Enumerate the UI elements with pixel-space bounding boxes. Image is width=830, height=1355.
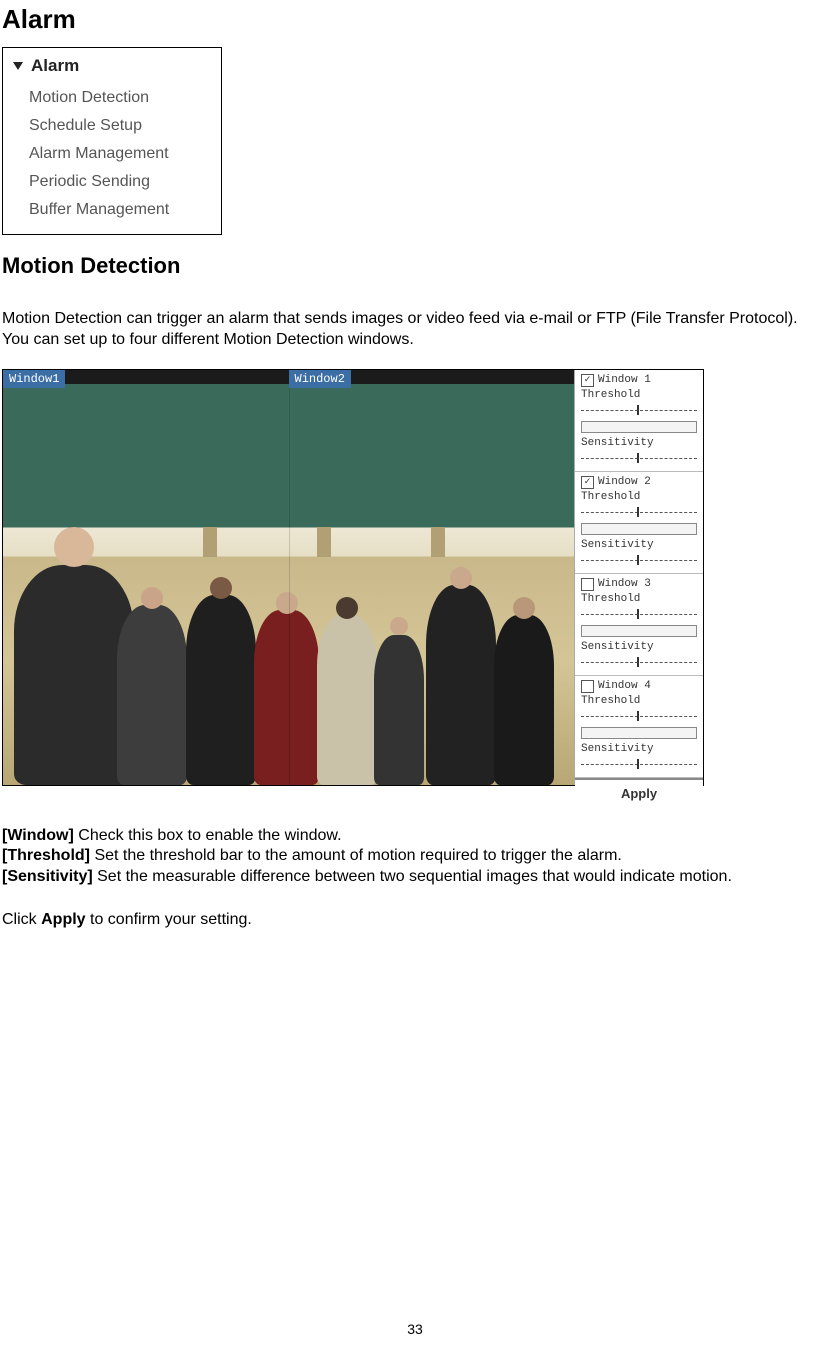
menu-item-schedule-setup[interactable]: Schedule Setup: [29, 112, 221, 140]
alarm-menu: Alarm Motion Detection Schedule Setup Al…: [2, 47, 222, 235]
window4-sensitivity-slider[interactable]: [581, 759, 697, 767]
alarm-menu-header[interactable]: Alarm: [3, 56, 221, 82]
def-window-text: Check this box to enable the window.: [74, 827, 342, 844]
window1-sensitivity-label: Sensitivity: [581, 437, 697, 449]
window2-title: Window 2: [598, 476, 651, 488]
window1-threshold-label: Threshold: [581, 389, 697, 401]
window3-threshold-slider[interactable]: [581, 609, 697, 617]
window2-checkbox[interactable]: ✓: [581, 476, 594, 489]
menu-item-motion-detection[interactable]: Motion Detection: [29, 84, 221, 112]
window2-sensitivity-label: Sensitivity: [581, 539, 697, 551]
def-threshold-text: Set the threshold bar to the amount of m…: [90, 847, 622, 864]
closing-bold: Apply: [41, 911, 85, 928]
window1-sensitivity-slider[interactable]: [581, 453, 697, 461]
window3-sensitivity-slider[interactable]: [581, 657, 697, 665]
window1-panel: ✓ Window 1 Threshold Sensitivity: [575, 370, 703, 472]
window3-title: Window 3: [598, 578, 651, 590]
menu-item-alarm-management[interactable]: Alarm Management: [29, 140, 221, 168]
definitions: [Window] Check this box to enable the wi…: [2, 826, 828, 888]
window3-panel: Window 3 Threshold Sensitivity: [575, 574, 703, 676]
page-number: 33: [0, 1321, 830, 1337]
section-heading: Motion Detection: [2, 253, 830, 279]
page-title: Alarm: [2, 4, 830, 35]
closing-pre: Click: [2, 911, 41, 928]
window4-threshold-bar: [581, 727, 697, 739]
apply-button[interactable]: Apply: [575, 778, 703, 807]
window2-threshold-label: Threshold: [581, 491, 697, 503]
window4-sensitivity-label: Sensitivity: [581, 743, 697, 755]
window4-title: Window 4: [598, 680, 651, 692]
intro-paragraph: Motion Detection can trigger an alarm th…: [2, 309, 828, 351]
video-window2-label: Window2: [289, 370, 351, 388]
window2-panel: ✓ Window 2 Threshold Sensitivity: [575, 472, 703, 574]
window1-title: Window 1: [598, 374, 651, 386]
window1-threshold-bar: [581, 421, 697, 433]
video-preview: Window1 Window2: [3, 370, 574, 785]
window3-threshold-label: Threshold: [581, 593, 697, 605]
closing-post: to confirm your setting.: [86, 911, 252, 928]
window2-sensitivity-slider[interactable]: [581, 555, 697, 563]
window4-threshold-label: Threshold: [581, 695, 697, 707]
window4-panel: Window 4 Threshold Sensitivity: [575, 676, 703, 778]
def-window-label: [Window]: [2, 827, 74, 844]
window4-checkbox[interactable]: [581, 680, 594, 693]
def-sensitivity-text: Set the measurable difference between tw…: [93, 868, 732, 885]
window3-checkbox[interactable]: [581, 578, 594, 591]
video-window1-label: Window1: [3, 370, 65, 388]
menu-item-buffer-management[interactable]: Buffer Management: [29, 196, 221, 224]
window1-checkbox[interactable]: ✓: [581, 374, 594, 387]
def-threshold-label: [Threshold]: [2, 847, 90, 864]
collapse-triangle-icon: [13, 62, 23, 70]
window2-threshold-slider[interactable]: [581, 507, 697, 515]
window2-threshold-bar: [581, 523, 697, 535]
menu-item-periodic-sending[interactable]: Periodic Sending: [29, 168, 221, 196]
motion-detection-screenshot: Window1 Window2 ✓ Window 1 Threshold Sen…: [2, 369, 704, 786]
window3-sensitivity-label: Sensitivity: [581, 641, 697, 653]
window3-threshold-bar: [581, 625, 697, 637]
def-sensitivity-label: [Sensitivity]: [2, 868, 93, 885]
window1-threshold-slider[interactable]: [581, 405, 697, 413]
closing-line: Click Apply to confirm your setting.: [2, 910, 828, 931]
alarm-menu-header-label: Alarm: [31, 56, 79, 76]
window4-threshold-slider[interactable]: [581, 711, 697, 719]
motion-side-panel: ✓ Window 1 Threshold Sensitivity ✓ Windo…: [574, 370, 703, 785]
